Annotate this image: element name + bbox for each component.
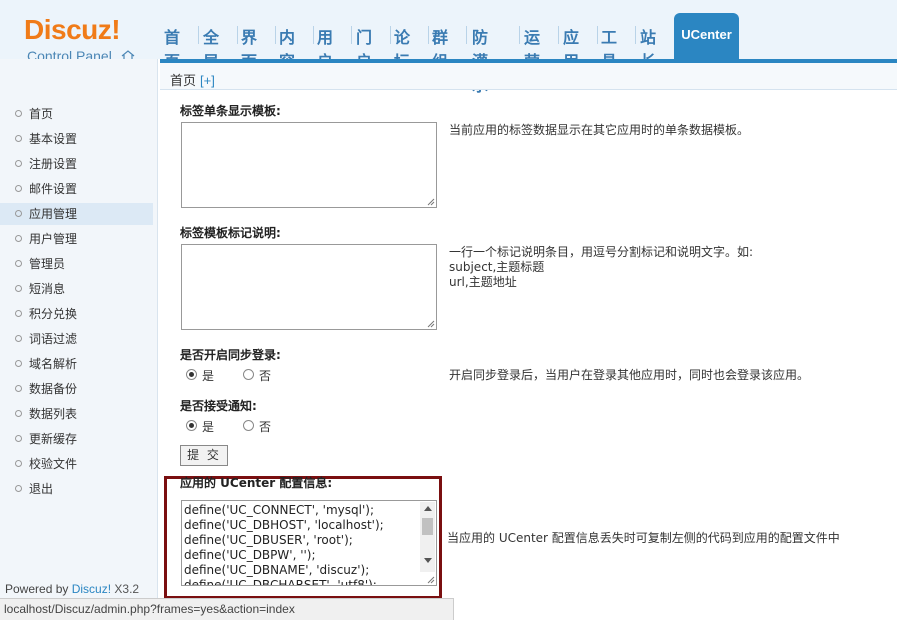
ucenter-config-label: 应用的 UCenter 配置信息: <box>180 476 333 490</box>
sidebar-item-logout[interactable]: 退出 <box>0 478 153 500</box>
sidebar-item-user-management[interactable]: 用户管理 <box>0 228 153 250</box>
status-bar: localhost/Discuz/admin.php?frames=yes&ac… <box>0 598 454 620</box>
nav-antispam[interactable]: 防灌水 <box>472 24 488 95</box>
nav-portal[interactable]: 门户 <box>356 24 372 71</box>
sidebar-item-basic-settings[interactable]: 基本设置 <box>0 128 153 150</box>
sidebar-item-admins[interactable]: 管理员 <box>0 253 153 275</box>
resize-grip-icon[interactable] <box>426 197 435 206</box>
code-line: define('UC_DBHOST', 'localhost'); <box>184 518 384 532</box>
sidebar-item-domain-resolve[interactable]: 域名解析 <box>0 353 153 375</box>
bullet-icon <box>15 460 22 467</box>
nav-tools[interactable]: 工具 <box>601 24 617 71</box>
sidebar-item-word-filter[interactable]: 词语过滤 <box>0 328 153 350</box>
ucenter-config-note: 当应用的 UCenter 配置信息丢失时可复制左侧的代码到应用的配置文件中 <box>447 531 840 545</box>
code-line: define('UC_DBUSER', 'root'); <box>184 533 353 547</box>
tag-desc-textarea[interactable] <box>181 244 437 330</box>
code-line: define('UC_DBNAME', 'discuz'); <box>184 563 370 577</box>
resize-grip-icon[interactable] <box>426 575 435 584</box>
tag-template-textarea[interactable] <box>181 122 437 208</box>
sidebar-item-mail-settings[interactable]: 邮件设置 <box>0 178 153 200</box>
bullet-icon <box>15 210 22 217</box>
tag-desc-note: 一行一个标记说明条目，用逗号分割标记和说明文字。如: subject,主题标题 … <box>449 245 754 289</box>
scroll-down-icon[interactable] <box>424 558 432 563</box>
submit-button[interactable]: 提 交 <box>180 445 228 466</box>
bullet-icon <box>15 435 22 442</box>
code-line: define('UC_DBPW', ''); <box>184 548 316 562</box>
sidebar-item-update-cache[interactable]: 更新缓存 <box>0 428 153 450</box>
logo-brand: Discuz! <box>24 14 121 45</box>
logo[interactable]: Discuz! Control Panel <box>0 0 158 64</box>
sidebar-item-messages[interactable]: 短消息 <box>0 278 153 300</box>
tag-desc-label: 标签模板标记说明: <box>180 226 281 240</box>
sync-login-note: 开启同步登录后，当用户在登录其他应用时，同时也会登录该应用。 <box>449 368 810 382</box>
code-line: define('UC_CONNECT', 'mysql'); <box>184 503 375 517</box>
sidebar-item-register-settings[interactable]: 注册设置 <box>0 153 153 175</box>
notify-no-label[interactable]: 否 <box>259 418 271 435</box>
nav-interface[interactable]: 界面 <box>241 24 257 71</box>
bullet-icon <box>15 385 22 392</box>
discuz-link[interactable]: Discuz! <box>72 582 111 596</box>
scroll-up-icon[interactable] <box>424 506 432 511</box>
bullet-icon <box>15 485 22 492</box>
tag-template-label: 标签单条显示模板: <box>180 104 281 118</box>
sidebar-item-data-list[interactable]: 数据列表 <box>0 403 153 425</box>
nav-content[interactable]: 内容 <box>279 24 295 71</box>
notify-no-radio[interactable] <box>243 420 254 431</box>
sidebar-item-home[interactable]: 首页 <box>0 103 153 125</box>
sidebar: 首页 基本设置 注册设置 邮件设置 应用管理 用户管理 管理员 短消息 积分兑换… <box>0 59 158 620</box>
sync-yes-radio[interactable] <box>186 369 197 380</box>
sidebar-item-app-management[interactable]: 应用管理 <box>0 203 153 225</box>
bullet-icon <box>15 310 22 317</box>
code-line: define('UC_DBCHARSET', 'utf8'); <box>184 578 377 586</box>
bullet-icon <box>15 235 22 242</box>
sync-yes-label[interactable]: 是 <box>202 367 214 384</box>
bullet-icon <box>15 135 22 142</box>
nav-home[interactable]: 首页 <box>164 24 180 71</box>
nav-operation[interactable]: 运营 <box>524 24 540 71</box>
bullet-icon <box>15 285 22 292</box>
sidebar-item-verify-files[interactable]: 校验文件 <box>0 453 153 475</box>
bullet-icon <box>15 110 22 117</box>
resize-grip-icon[interactable] <box>426 319 435 328</box>
notify-yes-label[interactable]: 是 <box>202 418 214 435</box>
nav-global[interactable]: 全局 <box>203 24 219 71</box>
ucenter-config-textarea[interactable]: define('UC_CONNECT', 'mysql'); define('U… <box>181 500 437 586</box>
notify-yes-radio[interactable] <box>186 420 197 431</box>
powered-by: Powered by Discuz! X3.2 <box>5 582 140 596</box>
bullet-icon <box>15 160 22 167</box>
sync-login-label: 是否开启同步登录: <box>180 348 281 362</box>
bullet-icon <box>15 260 22 267</box>
scroll-thumb[interactable] <box>422 518 433 535</box>
breadcrumb: 首页 [+] <box>160 59 897 90</box>
nav-ucenter[interactable]: UCenter <box>674 13 739 59</box>
sidebar-item-data-backup[interactable]: 数据备份 <box>0 378 153 400</box>
nav-webmaster[interactable]: 站长 <box>640 24 656 71</box>
add-shortcut-button[interactable]: [+] <box>200 73 215 88</box>
scrollbar[interactable] <box>420 502 435 572</box>
bullet-icon <box>15 335 22 342</box>
sidebar-item-credit-exchange[interactable]: 积分兑换 <box>0 303 153 325</box>
sync-no-radio[interactable] <box>243 369 254 380</box>
nav-apps[interactable]: 应用 <box>563 24 579 71</box>
breadcrumb-home[interactable]: 首页 <box>170 73 196 88</box>
nav-forum[interactable]: 论坛 <box>394 24 410 71</box>
tag-template-note: 当前应用的标签数据显示在其它应用时的单条数据模板。 <box>449 123 750 137</box>
nav-users[interactable]: 用户 <box>317 24 333 71</box>
nav-group[interactable]: 群组 <box>432 24 448 71</box>
header: Discuz! Control Panel 首页 全局 界面 内容 用户 门户 … <box>0 0 897 95</box>
main-content: 标签单条显示模板: 当前应用的标签数据显示在其它应用时的单条数据模板。 标签模板… <box>160 91 897 620</box>
bullet-icon <box>15 185 22 192</box>
notify-label: 是否接受通知: <box>180 399 257 413</box>
bullet-icon <box>15 410 22 417</box>
sync-no-label[interactable]: 否 <box>259 367 271 384</box>
bullet-icon <box>15 360 22 367</box>
